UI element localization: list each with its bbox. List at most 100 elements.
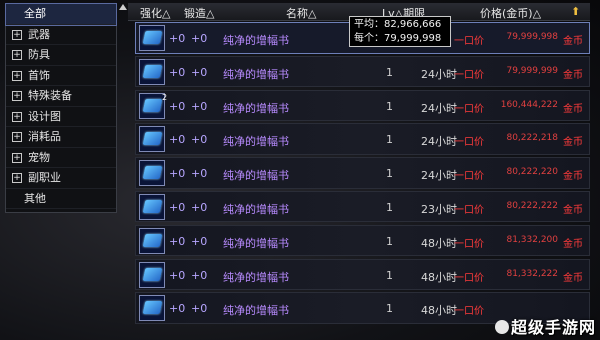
enhance-value: +0 <box>169 133 186 147</box>
expand-icon[interactable]: + <box>12 132 22 142</box>
price-value: 79,999,999 <box>506 65 558 76</box>
watermark-logo-icon <box>495 320 509 334</box>
item-slot[interactable]: 2 <box>139 92 167 119</box>
expand-icon[interactable]: + <box>12 50 22 60</box>
sidebar-item-label: 宠物 <box>28 150 50 164</box>
currency-label: 金币 <box>563 171 583 183</box>
listing-row[interactable]: +0 +0 纯净的增幅书 1 24小时 一口价 80,222,220 金币 <box>135 157 590 189</box>
sidebar-item[interactable]: + 副职业 <box>6 168 116 189</box>
currency-label: 金币 <box>563 238 583 250</box>
sidebar-item[interactable]: 其他 <box>6 189 116 209</box>
amplify-book-icon <box>142 166 163 180</box>
level-value: 1 <box>386 133 393 147</box>
sidebar-item-label: 特殊装备 <box>28 89 72 102</box>
expand-icon[interactable]: + <box>12 91 22 101</box>
listing-row[interactable]: +0 +0 纯净的增幅书 1 48小时 一口价 81,332,222 金币 <box>135 258 590 291</box>
sort-forge-header[interactable]: 锻造△ <box>184 5 214 21</box>
expand-icon[interactable]: + <box>12 70 22 81</box>
pin-icon[interactable]: ⬆ <box>571 5 580 18</box>
term-value: 24小时 <box>421 101 457 115</box>
each-price-label: 每个： <box>354 32 384 44</box>
amplify-book-icon <box>142 132 163 146</box>
forge-value: +0 <box>191 167 208 181</box>
category-sidebar: 全部 + 武器 + 防具 + 首饰 + 特殊装备 + 设计图 + 消耗品 + 宠物 + 副职业 其他 <box>5 3 117 213</box>
level-value: 1 <box>386 234 393 248</box>
level-value: 1 <box>386 200 393 214</box>
sort-price-header[interactable]: 价格(金币)△ <box>480 5 541 21</box>
sidebar-item-label: 副职业 <box>28 171 61 184</box>
sidebar-item[interactable]: + 防具 <box>6 45 116 66</box>
expand-icon[interactable]: + <box>12 111 22 122</box>
sidebar-item[interactable]: + 设计图 <box>6 107 116 127</box>
sidebar-item[interactable]: + 首饰 <box>6 66 116 86</box>
expand-icon[interactable]: + <box>12 152 22 163</box>
item-slot[interactable] <box>139 227 165 254</box>
sidebar-item[interactable]: + 武器 <box>6 25 116 45</box>
item-slot[interactable] <box>139 58 165 85</box>
amplify-book-icon <box>142 199 163 213</box>
currency-label: 金币 <box>563 36 583 47</box>
scroll-up-icon[interactable] <box>119 4 127 10</box>
enhance-value: +0 <box>169 268 186 282</box>
level-value: 1 <box>386 65 393 79</box>
enhance-value: +0 <box>169 167 186 181</box>
listing-row[interactable]: +0 +0 纯净的增幅书 1 48小时 一口价 81,332,200 金币 <box>135 224 590 257</box>
watermark: 超级手游网 <box>510 318 596 337</box>
sidebar-item[interactable]: 全部 <box>5 3 117 26</box>
item-slot[interactable] <box>139 25 165 51</box>
listing-row[interactable]: 2 +0 +0 纯净的增幅书 1 24小时 一口价 160,444,222 金币 <box>135 89 590 122</box>
level-value: 1 <box>386 302 393 316</box>
term-value: 48小时 <box>421 270 457 284</box>
buyout-label: 一口价 <box>454 171 484 183</box>
currency-label: 金币 <box>563 272 583 284</box>
listing-row[interactable]: +0 +0 纯净的增幅书 1 24小时 一口价 80,222,218 金币 <box>135 123 590 155</box>
price-value: 80,222,222 <box>506 200 558 211</box>
enhance-value: +0 <box>169 200 186 214</box>
sort-enhance-header[interactable]: 强化△ <box>140 5 170 21</box>
sidebar-item[interactable]: + 宠物 <box>6 148 116 168</box>
amplify-book-icon <box>142 233 163 247</box>
buyout-label: 一口价 <box>454 272 484 284</box>
item-slot[interactable] <box>139 160 165 187</box>
sidebar-item-label: 其他 <box>24 191 46 205</box>
currency-label: 金币 <box>563 69 583 81</box>
enhance-value: +0 <box>169 99 186 113</box>
sidebar-item-label: 全部 <box>24 7 46 20</box>
forge-value: +0 <box>191 234 208 248</box>
auction-list: +0 +0 纯净的增幅书 一口价 79,999,998 金币 +0 +0 纯净的增幅书 1 24小时… <box>135 22 590 326</box>
level-value: 1 <box>386 167 393 181</box>
amplify-book-icon <box>142 98 163 112</box>
item-name: 纯净的增幅书 <box>223 169 289 183</box>
level-value: 1 <box>386 99 393 113</box>
item-slot[interactable] <box>139 295 165 322</box>
amplify-book-icon <box>142 267 163 281</box>
item-name: 纯净的增幅书 <box>223 304 289 318</box>
listing-row[interactable]: +0 +0 纯净的增幅书 1 23小时 一口价 80,222,222 金币 <box>135 190 590 223</box>
buyout-label: 一口价 <box>454 69 484 81</box>
sidebar-item-label: 设计图 <box>28 109 61 123</box>
item-slot[interactable] <box>139 261 165 288</box>
sidebar-item-label: 首饰 <box>28 68 50 82</box>
price-value: 81,332,222 <box>506 268 558 279</box>
sidebar-item[interactable]: + 消耗品 <box>6 127 116 148</box>
term-value: 48小时 <box>421 236 457 250</box>
item-slot[interactable] <box>139 193 165 220</box>
avg-price-label: 平均： <box>354 19 384 30</box>
sidebar-item[interactable]: + 特殊装备 <box>6 86 116 107</box>
forge-value: +0 <box>191 268 208 282</box>
buyout-label: 一口价 <box>454 103 484 115</box>
item-name: 纯净的增幅书 <box>223 67 289 81</box>
term-value: 23小时 <box>421 202 457 216</box>
buyout-label: 一口价 <box>454 238 484 250</box>
sidebar-item-label: 武器 <box>28 27 50 41</box>
amplify-book-icon <box>142 31 163 44</box>
forge-value: +0 <box>191 32 208 45</box>
expand-icon[interactable]: + <box>12 173 22 183</box>
term-value: 48小时 <box>421 304 457 318</box>
expand-icon[interactable]: + <box>12 29 22 40</box>
item-slot[interactable] <box>139 126 165 153</box>
listing-row[interactable]: +0 +0 纯净的增幅书 1 24小时 一口价 79,999,999 金币 <box>135 55 590 88</box>
sort-name-header[interactable]: 名称△ <box>286 5 316 21</box>
item-name: 纯净的增幅书 <box>223 101 289 115</box>
forge-value: +0 <box>191 302 208 316</box>
